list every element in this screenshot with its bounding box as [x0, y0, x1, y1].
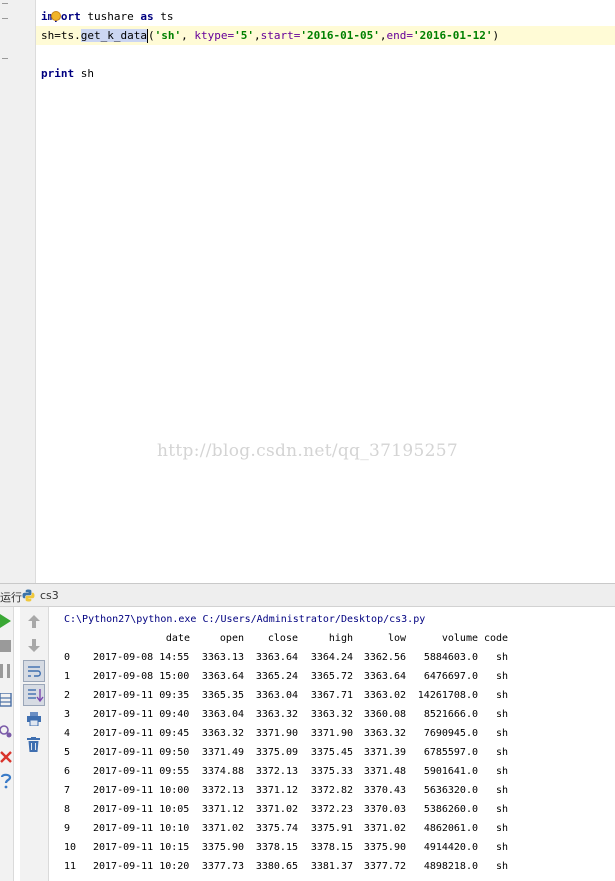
- cell-volume: 6476697.0: [423, 671, 478, 682]
- print-icon[interactable]: [27, 712, 41, 726]
- cell-code: sh: [496, 728, 509, 739]
- cell-volume: 8521666.0: [423, 709, 478, 720]
- console-command-line: C:\Python27\python.exe C:/Users/Administ…: [64, 614, 426, 625]
- cell-code: sh: [496, 766, 509, 777]
- cell-code: sh: [496, 709, 509, 720]
- pause-icon[interactable]: [0, 664, 12, 678]
- table-row: 9 2017-09-11 10:10 3371.02 3375.74 3375.91 33…: [49, 819, 615, 838]
- cell-code: sh: [496, 652, 509, 663]
- intention-bulb-icon[interactable]: [51, 11, 61, 21]
- table-row: 3 2017-09-11 09:40 3363.04 3363.32 3363.32 33…: [49, 705, 615, 724]
- close-icon[interactable]: [0, 751, 12, 763]
- cell-code: sh: [496, 747, 509, 758]
- table-row: 11 2017-09-11 10:20 3377.73 3380.65 3381.37 3…: [49, 857, 615, 876]
- cell-volume: 4914420.0: [423, 842, 478, 853]
- cell-volume: 6785597.0: [423, 747, 478, 758]
- arg-code: 'sh': [154, 29, 182, 42]
- alias-name: ts: [153, 10, 174, 23]
- close-paren: ): [492, 29, 500, 42]
- cell-volume: 5636320.0: [423, 785, 478, 796]
- run-console-output[interactable]: C:\Python27\python.exe C:/Users/Administ…: [49, 607, 615, 881]
- table-row: 6 2017-09-11 09:55 3374.88 3372.13 3375.33 33…: [49, 762, 615, 781]
- cell-code: sh: [496, 690, 509, 701]
- print-target: sh: [74, 67, 94, 80]
- table-row: 0 2017-09-08 14:55 3363.13 3363.64 3364.24 33…: [49, 648, 615, 667]
- fold-marker-icon[interactable]: [2, 3, 8, 4]
- selected-function-name[interactable]: get_k_data: [80, 29, 147, 42]
- table-row: 8 2017-09-11 10:05 3371.12 3371.02 3372.23 33…: [49, 800, 615, 819]
- code-editor[interactable]: import tushare as ts sh=ts.get_k_data('s…: [0, 0, 615, 583]
- cell-code: sh: [496, 861, 509, 872]
- open-paren: (: [147, 29, 155, 42]
- code-line-get-k-data[interactable]: sh=ts.get_k_data('sh', ktype='5',start='…: [36, 26, 615, 45]
- cell-code: sh: [496, 671, 509, 682]
- scroll-to-end-icon[interactable]: [23, 684, 45, 706]
- cell-volume: 5884603.0: [423, 652, 478, 663]
- output-table-header: date open close high low volume code: [49, 629, 615, 648]
- cell-volume: 5386260.0: [423, 804, 478, 815]
- help-icon[interactable]: [0, 773, 12, 789]
- cell-volume: 4898218.0: [423, 861, 478, 872]
- cell-volume: 4862061.0: [423, 823, 478, 834]
- table-row: 4 2017-09-11 09:45 3363.32 3371.90 3371.90 33…: [49, 724, 615, 743]
- run-toolbar-primary: [0, 607, 14, 881]
- table-row: 7 2017-09-11 10:00 3372.13 3371.12 3372.82 33…: [49, 781, 615, 800]
- arg-end: '2016-01-12': [412, 29, 493, 42]
- separator: ,: [181, 29, 195, 42]
- cell-code: sh: [496, 785, 509, 796]
- code-line-print[interactable]: print sh: [41, 64, 94, 83]
- run-panel-label: 运行: [0, 591, 22, 604]
- header-code: code: [484, 633, 509, 644]
- assign-prefix: sh=ts.: [41, 29, 81, 42]
- run-config-tab[interactable]: cs3: [40, 589, 59, 602]
- kwarg-start: start=: [260, 29, 301, 42]
- cell-volume: 5901641.0: [423, 766, 478, 777]
- kwarg-end: end=: [386, 29, 413, 42]
- arg-ktype: '5': [234, 29, 254, 42]
- cell-volume: 14261708.0: [417, 690, 478, 701]
- editor-gutter: [0, 0, 36, 583]
- table-row: 5 2017-09-11 09:50 3371.49 3375.09 3375.45 33…: [49, 743, 615, 762]
- stop-icon[interactable]: [0, 640, 11, 652]
- table-row: 1 2017-09-08 15:00 3363.64 3365.24 3365.72 33…: [49, 667, 615, 686]
- python-icon: [22, 589, 35, 602]
- watermark: http://blog.csdn.net/qq_37195257: [157, 441, 458, 461]
- table-row: 10 2017-09-11 10:15 3375.90 3378.15 3378.15 3…: [49, 838, 615, 857]
- run-tool-window-header[interactable]: 运行 cs3: [0, 583, 615, 607]
- keyword-as: as: [140, 10, 154, 23]
- table-row: 2 2017-09-11 09:35 3365.35 3363.04 3367.71 33…: [49, 686, 615, 705]
- run-icon[interactable]: [0, 614, 12, 628]
- trash-icon[interactable]: [27, 737, 40, 752]
- arg-start: '2016-01-05': [300, 29, 380, 42]
- cell-volume: 7690945.0: [423, 728, 478, 739]
- cell-code: sh: [496, 842, 509, 853]
- fold-marker-icon[interactable]: [2, 58, 8, 59]
- header-volume: volume: [441, 633, 478, 644]
- run-toolbar-console: [20, 607, 49, 881]
- keyword-print: print: [41, 67, 75, 80]
- fold-marker-icon[interactable]: [2, 18, 8, 19]
- separator: ,: [253, 29, 261, 42]
- kwarg-ktype: ktype=: [194, 29, 235, 42]
- arrow-up-icon[interactable]: [28, 615, 40, 628]
- debug-icon[interactable]: [0, 724, 12, 738]
- cell-code: sh: [496, 823, 509, 834]
- soft-wrap-icon[interactable]: [23, 660, 45, 682]
- module-name: tushare: [80, 10, 141, 23]
- cell-code: sh: [496, 804, 509, 815]
- arrow-down-icon[interactable]: [28, 639, 40, 652]
- layout-icon[interactable]: [0, 693, 12, 707]
